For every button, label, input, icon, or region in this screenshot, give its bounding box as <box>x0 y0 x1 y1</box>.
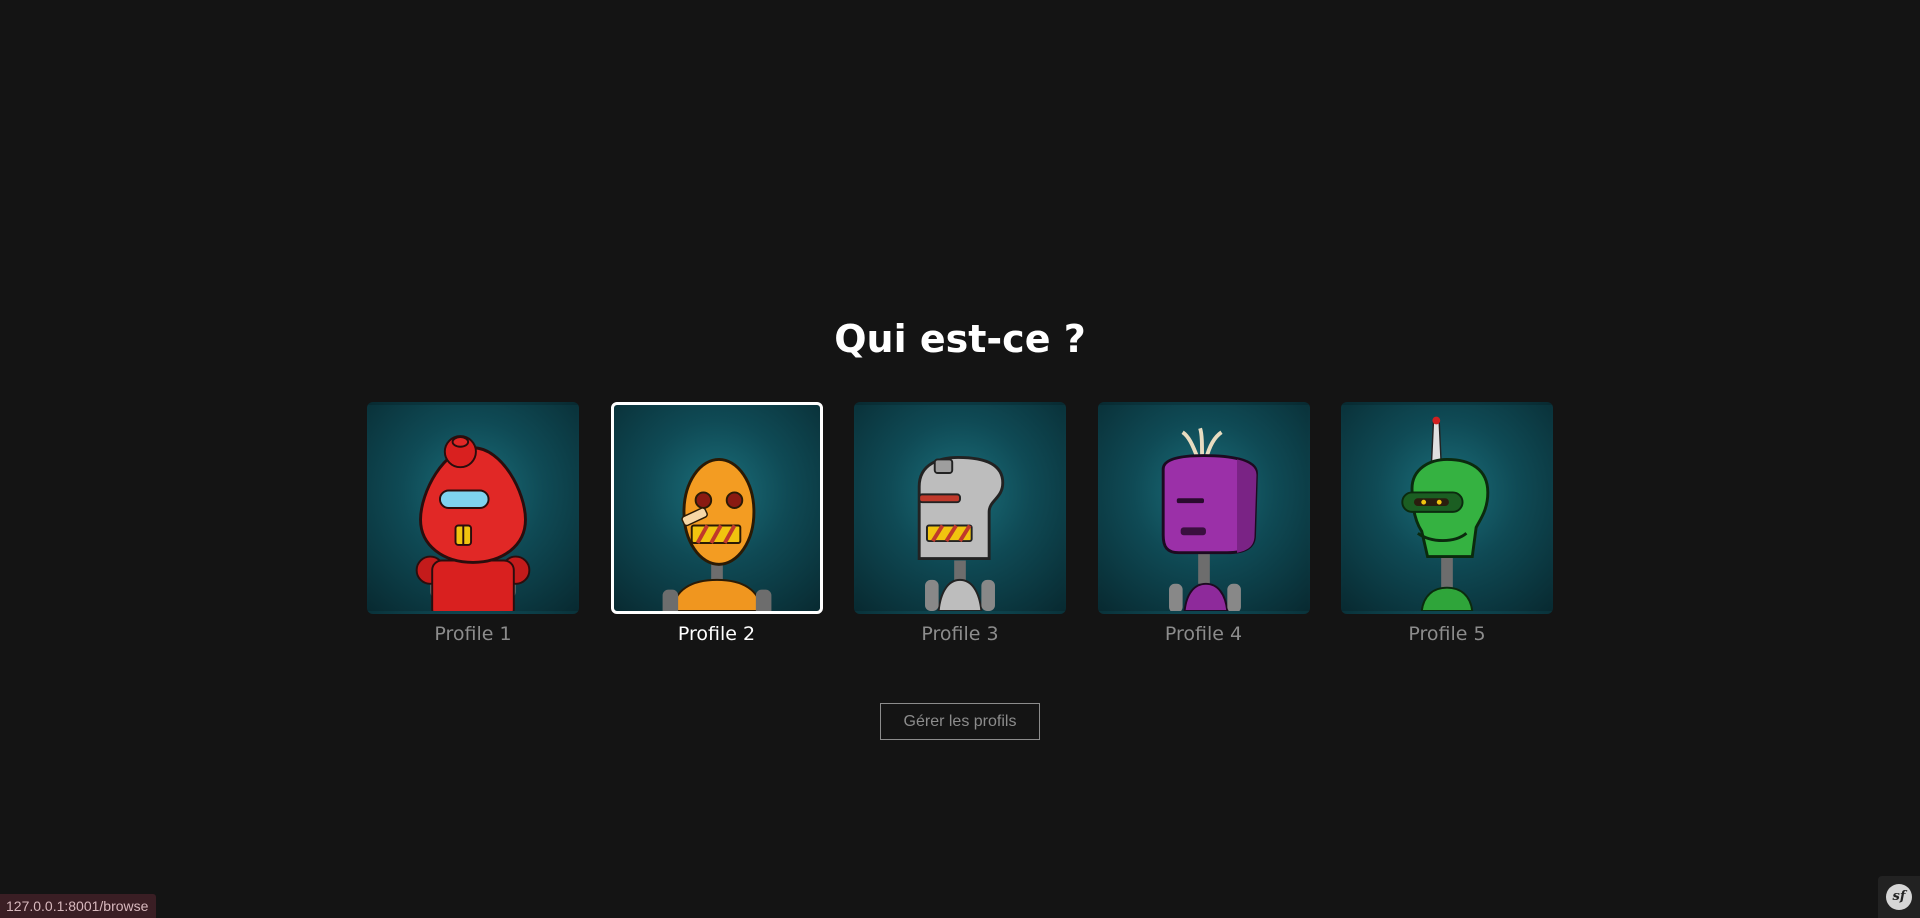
profile-avatar-frame[interactable] <box>1097 402 1310 614</box>
profile-name: Profile 2 <box>677 623 756 645</box>
profile-card-5[interactable]: Profile 5 <box>1341 402 1553 646</box>
red-robot-avatar <box>415 435 531 611</box>
profile-card-3[interactable]: Profile 3 <box>854 402 1066 646</box>
profile-name: Profile 5 <box>1408 623 1486 645</box>
profile-avatar-frame[interactable] <box>854 402 1066 614</box>
symfony-logo-icon: sf <box>1886 884 1912 910</box>
profile-name: Profile 1 <box>434 623 512 645</box>
orange-robot-avatar <box>662 457 771 611</box>
green-robot-avatar <box>1401 416 1490 611</box>
profile-list: Profile 1 Profile 2 Profile 3 Profile 4 … <box>367 402 1553 646</box>
profile-card-4[interactable]: Profile 4 <box>1097 402 1310 646</box>
status-bar-url: 127.0.0.1:8001/browse <box>0 894 157 918</box>
profile-name: Profile 3 <box>921 623 999 645</box>
profile-avatar-frame[interactable] <box>367 402 579 614</box>
profile-name: Profile 4 <box>1164 623 1243 645</box>
profile-avatar-frame[interactable] <box>1341 402 1553 614</box>
profile-card-2[interactable]: Profile 2 <box>610 402 823 646</box>
page-title: Qui est-ce ? <box>834 317 1086 361</box>
gray-robot-avatar <box>917 456 1005 611</box>
purple-robot-avatar <box>1161 427 1258 611</box>
profile-avatar-frame[interactable] <box>610 402 823 614</box>
manage-profiles-button[interactable]: Gérer les profils <box>880 703 1040 740</box>
profile-selection-page: Qui est-ce ? Profile 1 Profile 2 Profile… <box>0 0 1920 918</box>
debug-toolbar-toggle[interactable]: sf <box>1878 876 1920 918</box>
profile-card-1[interactable]: Profile 1 <box>367 402 579 646</box>
